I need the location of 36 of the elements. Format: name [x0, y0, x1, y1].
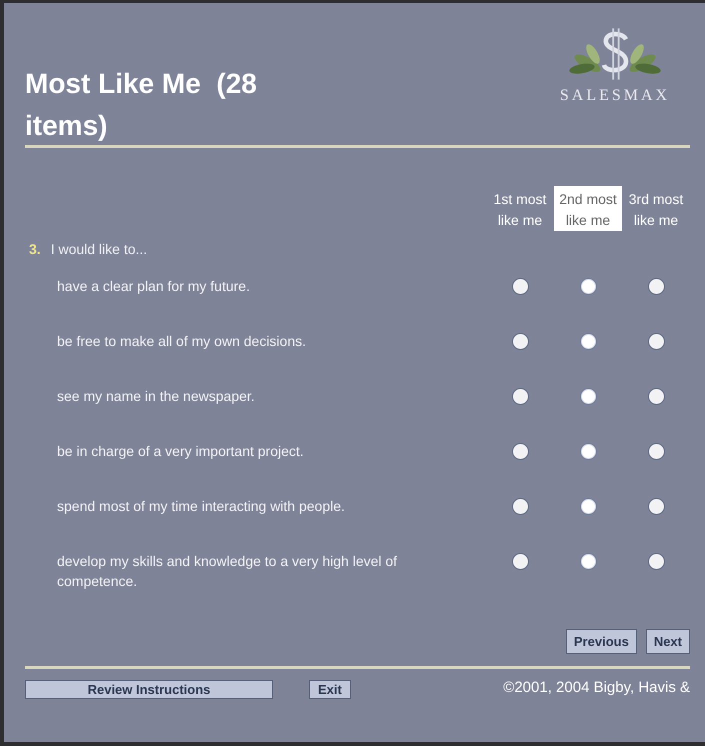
radio-button[interactable]	[580, 498, 596, 515]
radio-button[interactable]	[580, 553, 596, 570]
column-header: 2nd most like me	[558, 190, 618, 230]
radio-button[interactable]	[512, 443, 528, 460]
radio-button[interactable]	[580, 278, 596, 295]
radio-button[interactable]	[580, 443, 596, 460]
statement-text: be free to make all of my own decisions.	[56, 332, 308, 351]
radio-button[interactable]	[512, 498, 528, 515]
statement-text: see my name in the newspaper.	[56, 387, 256, 406]
next-button[interactable]: Next	[646, 629, 690, 654]
logo-text: SALESMAX	[560, 87, 670, 105]
radio-button[interactable]	[580, 388, 596, 405]
statement-text: have a clear plan for my future.	[56, 277, 251, 296]
question-number: 3.	[29, 241, 41, 257]
statement-text: be in charge of a very important project.	[56, 442, 305, 461]
previous-button[interactable]: Previous	[566, 629, 637, 654]
radio-button[interactable]	[512, 333, 528, 350]
statement-text: spend most of my time interacting with people.	[56, 497, 346, 516]
copyright-text: ©2001, 2004 Bigby, Havis &	[503, 679, 690, 696]
radio-button[interactable]	[648, 278, 664, 295]
radio-button[interactable]	[512, 278, 528, 295]
page-title: Most Like Me (28 items)	[25, 67, 258, 143]
radio-button[interactable]	[648, 333, 664, 350]
radio-button[interactable]	[512, 553, 528, 570]
column-header: 3rd most like me	[628, 190, 684, 230]
statement-text: develop my skills and knowledge to a very high level of competence.	[56, 552, 398, 591]
review-instructions-button[interactable]: Review Instructions	[25, 680, 273, 699]
radio-button[interactable]	[648, 498, 664, 515]
radio-button[interactable]	[580, 333, 596, 350]
radio-button[interactable]	[648, 553, 664, 570]
question-text: I would like to...	[50, 241, 148, 257]
column-header: 1st most like me	[492, 190, 548, 230]
exit-button[interactable]: Exit	[309, 680, 351, 699]
radio-button[interactable]	[648, 388, 664, 405]
radio-button[interactable]	[648, 443, 664, 460]
radio-button[interactable]	[512, 388, 528, 405]
